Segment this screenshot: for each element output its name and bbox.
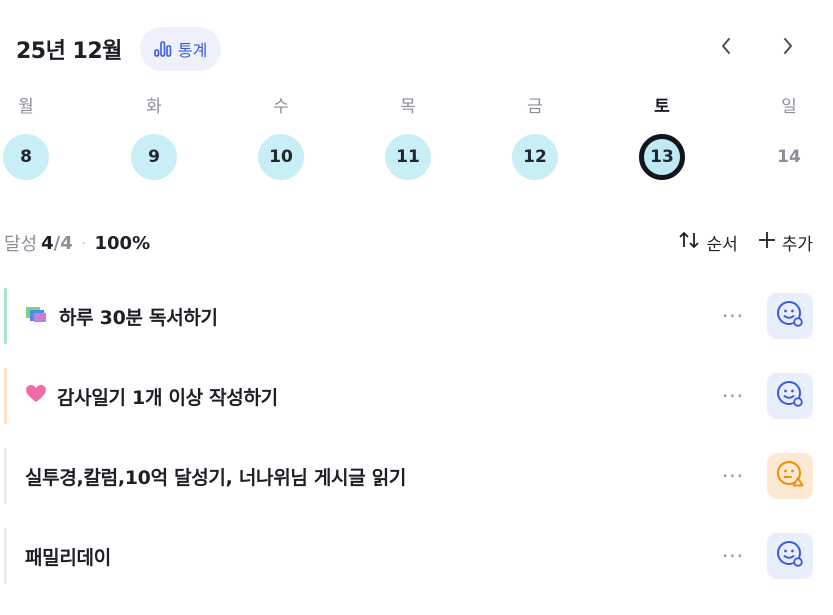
day-cell[interactable]: 일 14 (765, 92, 813, 180)
day-cell[interactable]: 목 11 (384, 92, 432, 180)
sort-label: 순서 (706, 235, 738, 255)
sort-arrows-icon (678, 230, 700, 255)
mood-button[interactable] (767, 533, 813, 579)
mood-button[interactable] (767, 453, 813, 499)
day-cell[interactable]: 금 12 (511, 92, 559, 180)
habit-title: 패밀리데이 (25, 546, 111, 569)
separator: · (80, 232, 87, 254)
weekday-label: 금 (527, 97, 543, 117)
smile-mood-icon (775, 539, 805, 573)
weekday-label: 일 (781, 97, 797, 117)
habit-title: 감사일기 1개 이상 작성하기 (57, 386, 278, 409)
weekday-label: 화 (146, 97, 162, 117)
heart-icon (25, 384, 47, 409)
day-number: 8 (3, 134, 49, 180)
next-week-button[interactable] (777, 34, 799, 62)
books-icon (25, 304, 49, 329)
habit-title: 하루 30분 독서하기 (59, 306, 218, 329)
habit-item[interactable]: 패밀리데이 ··· (0, 526, 833, 586)
day-number: 9 (131, 134, 177, 180)
weekday-label: 수 (273, 97, 289, 117)
prev-week-button[interactable] (715, 34, 737, 62)
habit-color-bar (4, 368, 7, 424)
calendar-header: 25년 12월 통계 (16, 26, 222, 72)
chevron-left-icon (720, 36, 732, 60)
more-options-button[interactable]: ··· (719, 382, 747, 410)
day-cell[interactable]: 수 10 (257, 92, 305, 180)
add-habit-button[interactable]: 추가 (758, 230, 813, 255)
habit-item[interactable]: 하루 30분 독서하기 ··· (0, 286, 833, 346)
more-options-button[interactable]: ··· (719, 302, 747, 330)
habit-title-row: 실투경,칼럼,10억 달성기, 너나위님 게시글 읽기 (25, 446, 406, 506)
day-cell[interactable]: 월 8 (2, 92, 50, 180)
stats-label: 통계 (177, 41, 208, 60)
day-number: 11 (385, 134, 431, 180)
day-number: 14 (777, 147, 801, 167)
habit-color-bar (4, 528, 7, 584)
add-label: 추가 (781, 235, 813, 255)
bar-chart-icon (154, 41, 172, 57)
more-options-button[interactable]: ··· (719, 542, 747, 570)
habit-item[interactable]: 실투경,칼럼,10억 달성기, 너나위님 게시글 읽기 ··· (0, 446, 833, 506)
habit-title-row: 감사일기 1개 이상 작성하기 (25, 366, 278, 426)
habit-item[interactable]: 감사일기 1개 이상 작성하기 ··· (0, 366, 833, 426)
more-options-button[interactable]: ··· (719, 462, 747, 490)
chevron-right-icon (782, 36, 794, 60)
month-title: 25년 12월 (16, 39, 122, 64)
day-cell[interactable]: 화 9 (130, 92, 178, 180)
list-actions: 순서 추가 (678, 230, 813, 255)
achievement-label: 달성 (4, 234, 38, 255)
weekday-label: 토 (654, 97, 670, 117)
smile-mood-icon (775, 379, 805, 413)
day-number: 13 (639, 134, 685, 180)
achievement-percent: 100% (94, 232, 151, 254)
stats-button[interactable]: 통계 (139, 27, 222, 71)
weekday-label: 월 (18, 97, 34, 117)
achievement-done: 4 (41, 232, 54, 254)
mood-button[interactable] (767, 373, 813, 419)
week-strip: 월 8 화 9 수 10 목 11 금 12 토 13 일 14 (0, 92, 833, 192)
mood-button[interactable] (767, 293, 813, 339)
achievement-total: /4 (53, 232, 73, 254)
week-navigation (715, 34, 799, 62)
day-cell-selected[interactable]: 토 13 (638, 92, 686, 180)
habit-color-bar (4, 448, 7, 504)
weekday-label: 목 (400, 97, 416, 117)
sort-button[interactable]: 순서 (678, 230, 738, 255)
habit-color-bar (4, 288, 7, 344)
plus-icon (758, 231, 776, 254)
day-number: 12 (512, 134, 558, 180)
habit-title-row: 패밀리데이 (25, 526, 111, 586)
neutral-mood-icon (775, 459, 805, 493)
smile-mood-icon (775, 299, 805, 333)
day-number: 10 (258, 134, 304, 180)
habit-title-row: 하루 30분 독서하기 (25, 286, 218, 346)
achievement-summary: 달성 4/4 · 100% (4, 230, 150, 256)
habit-title: 실투경,칼럼,10억 달성기, 너나위님 게시글 읽기 (25, 466, 407, 489)
